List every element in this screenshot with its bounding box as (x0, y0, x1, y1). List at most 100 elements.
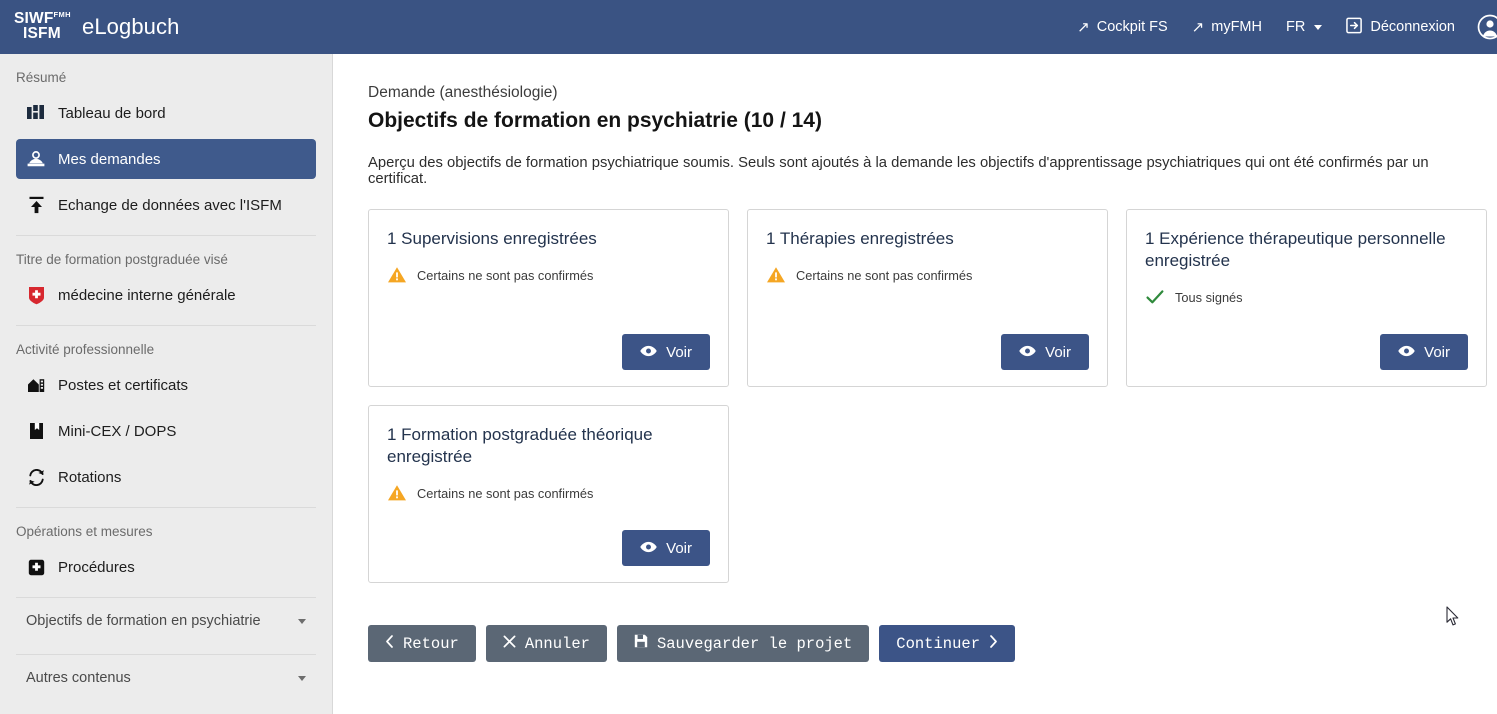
sidebar-section-operations-et-mesures: Opérations et mesures Procédures (0, 508, 332, 587)
main-content: Demande (anesthésiologie) Objectifs de f… (334, 54, 1497, 714)
sidebar-collapsible-autres-contenus[interactable]: Autres contenus (0, 655, 332, 701)
card-status-label: Certains ne sont pas confirmés (417, 267, 594, 283)
card-status: Certains ne sont pas confirmés (387, 484, 710, 502)
sidebar-item-mini-cex-dops[interactable]: Mini-CEX / DOPS (16, 411, 316, 451)
refresh-icon (26, 467, 46, 487)
save-disk-icon (634, 634, 648, 653)
sidebar-item-postes-et-certificats[interactable]: Postes et certificats (16, 365, 316, 405)
view-button-label: Voir (1424, 343, 1450, 361)
sidebar-section-titre-formation: Titre de formation postgraduée visé méde… (0, 236, 332, 315)
save-draft-button[interactable]: Sauvegarder le projet (616, 625, 870, 662)
nav-myfmh-label: myFMH (1211, 19, 1262, 35)
logo-line-siwf: SIWFFMH (14, 10, 71, 28)
card-status-label: Tous signés (1175, 289, 1243, 305)
sidebar-item-mes-demandes-label: Mes demandes (58, 150, 161, 168)
external-link-icon: ↗ (1077, 18, 1090, 36)
sidebar-collapsible-autres-contenus-label: Autres contenus (26, 670, 131, 686)
page-intro-text: Aperçu des objectifs de formation psychi… (368, 155, 1429, 187)
card-title: 1 Supervisions enregistrées (387, 229, 597, 248)
warning-triangle-icon (387, 484, 407, 502)
sidebar-item-mini-cex-dops-label: Mini-CEX / DOPS (58, 422, 177, 440)
sidebar-section-activite-professionnelle: Activité professionnelle Postes et certi… (0, 326, 332, 497)
card-supervisions: 1 Supervisions enregistrées Certains ne … (368, 209, 729, 387)
close-x-icon (503, 635, 516, 653)
card-status-label: Certains ne sont pas confirmés (796, 267, 973, 283)
cancel-button-label: Annuler (524, 634, 590, 653)
continue-button[interactable]: Continuer (879, 625, 1015, 662)
sidebar-item-procedures-label: Procédures (58, 558, 135, 576)
nav-cockpit-fs[interactable]: ↗ Cockpit FS (1065, 13, 1180, 41)
save-draft-button-label: Sauvegarder le projet (656, 634, 853, 653)
app-title: eLogbuch (82, 14, 180, 39)
swiss-cross-shield-icon (26, 285, 46, 305)
inbox-person-icon (26, 149, 46, 169)
summary-cards-grid: 1 Supervisions enregistrées Certains ne … (368, 209, 1497, 583)
view-button[interactable]: Voir (1001, 334, 1089, 370)
view-button[interactable]: Voir (1380, 334, 1468, 370)
view-button-label: Voir (1045, 343, 1071, 361)
card-therapies: 1 Thérapies enregistrées Certains ne son… (747, 209, 1108, 387)
top-header-bar: SIWFFMH ISFM eLogbuch ↗ Cockpit FS ↗ myF… (0, 0, 1497, 54)
chevron-left-icon (385, 634, 394, 653)
card-footer: Voir (766, 334, 1089, 370)
sidebar-item-medecine-interne-generale[interactable]: médecine interne générale (16, 275, 316, 315)
sidebar-item-rotations[interactable]: Rotations (16, 457, 316, 497)
account-circle-icon[interactable] (1477, 14, 1497, 40)
siwf-isfm-logomark: SIWFFMH ISFM (14, 10, 71, 41)
card-title: 1 Expérience thérapeutique personnelle e… (1145, 229, 1446, 271)
sidebar-item-tableau-de-bord[interactable]: Tableau de bord (16, 93, 316, 133)
breadcrumb: Demande (anesthésiologie) (368, 84, 558, 101)
brand-logo[interactable]: SIWFFMH ISFM eLogbuch (14, 10, 180, 41)
back-button-label: Retour (403, 634, 459, 653)
card-experience-therapeutique-personnelle: 1 Expérience thérapeutique personnelle e… (1126, 209, 1487, 387)
page-title: Objectifs de formation en psychiatrie (1… (368, 109, 822, 132)
view-button-label: Voir (666, 539, 692, 557)
nav-logout[interactable]: Déconnexion (1334, 11, 1467, 44)
eye-icon (1398, 344, 1415, 361)
dashboard-icon (26, 103, 46, 123)
eye-icon (1019, 344, 1036, 361)
card-footer: Voir (387, 530, 710, 566)
sidebar-item-tableau-de-bord-label: Tableau de bord (58, 104, 166, 122)
sidebar-item-rotations-label: Rotations (58, 468, 122, 486)
chevron-down-icon (298, 675, 306, 681)
card-status: Tous signés (1145, 288, 1468, 306)
nav-myfmh[interactable]: ↗ myFMH (1180, 13, 1274, 41)
continue-button-label: Continuer (896, 634, 980, 653)
sidebar-caption-titre-formation: Titre de formation postgraduée visé (16, 252, 228, 267)
top-navigation: ↗ Cockpit FS ↗ myFMH FR Déconnexion (1065, 11, 1497, 44)
card-footer: Voir (1145, 334, 1468, 370)
sidebar-item-postes-et-certificats-label: Postes et certificats (58, 376, 189, 394)
sidebar-item-echange-de-donnees[interactable]: Echange de données avec l'ISFM (16, 185, 316, 225)
chevron-down-icon (298, 618, 306, 624)
sidebar-item-procedures[interactable]: Procédures (16, 547, 316, 587)
logout-icon (1346, 17, 1363, 38)
chevron-down-icon (1314, 24, 1323, 30)
check-icon (1145, 288, 1165, 306)
sidebar-caption-operations-et-mesures: Opérations et mesures (16, 524, 153, 539)
card-status-label: Certains ne sont pas confirmés (417, 485, 594, 501)
card-status: Certains ne sont pas confirmés (766, 266, 1089, 284)
back-button[interactable]: Retour (368, 625, 476, 662)
hospital-icon (26, 375, 46, 395)
sidebar-collapsible-objectifs-psychiatrie[interactable]: Objectifs de formation en psychiatrie (0, 598, 332, 644)
eye-icon (640, 344, 657, 361)
external-link-icon: ↗ (1191, 18, 1205, 36)
cancel-button[interactable]: Annuler (485, 625, 607, 662)
nav-cockpit-fs-label: Cockpit FS (1096, 19, 1168, 35)
sidebar-caption-activite-professionnelle: Activité professionnelle (16, 342, 155, 357)
sidebar-item-echange-de-donnees-label: Echange de données avec l'ISFM (58, 196, 282, 214)
nav-logout-label: Déconnexion (1370, 19, 1455, 35)
eye-icon (640, 540, 657, 557)
sidebar-section-resume: Résumé Tableau de bord Mes demandes Echa… (0, 54, 332, 225)
view-button[interactable]: Voir (622, 334, 710, 370)
card-footer: Voir (387, 334, 710, 370)
card-title: 1 Formation postgraduée théorique enregi… (387, 425, 653, 467)
sidebar-item-mes-demandes[interactable]: Mes demandes (16, 139, 316, 179)
sidebar: Résumé Tableau de bord Mes demandes Echa… (0, 54, 333, 714)
view-button[interactable]: Voir (622, 530, 710, 566)
sidebar-caption-resume: Résumé (16, 70, 67, 85)
nav-language-selector[interactable]: FR (1274, 13, 1334, 41)
form-action-bar: Retour Annuler Sauvegarder le projet Con… (368, 625, 1497, 662)
view-button-label: Voir (666, 343, 692, 361)
